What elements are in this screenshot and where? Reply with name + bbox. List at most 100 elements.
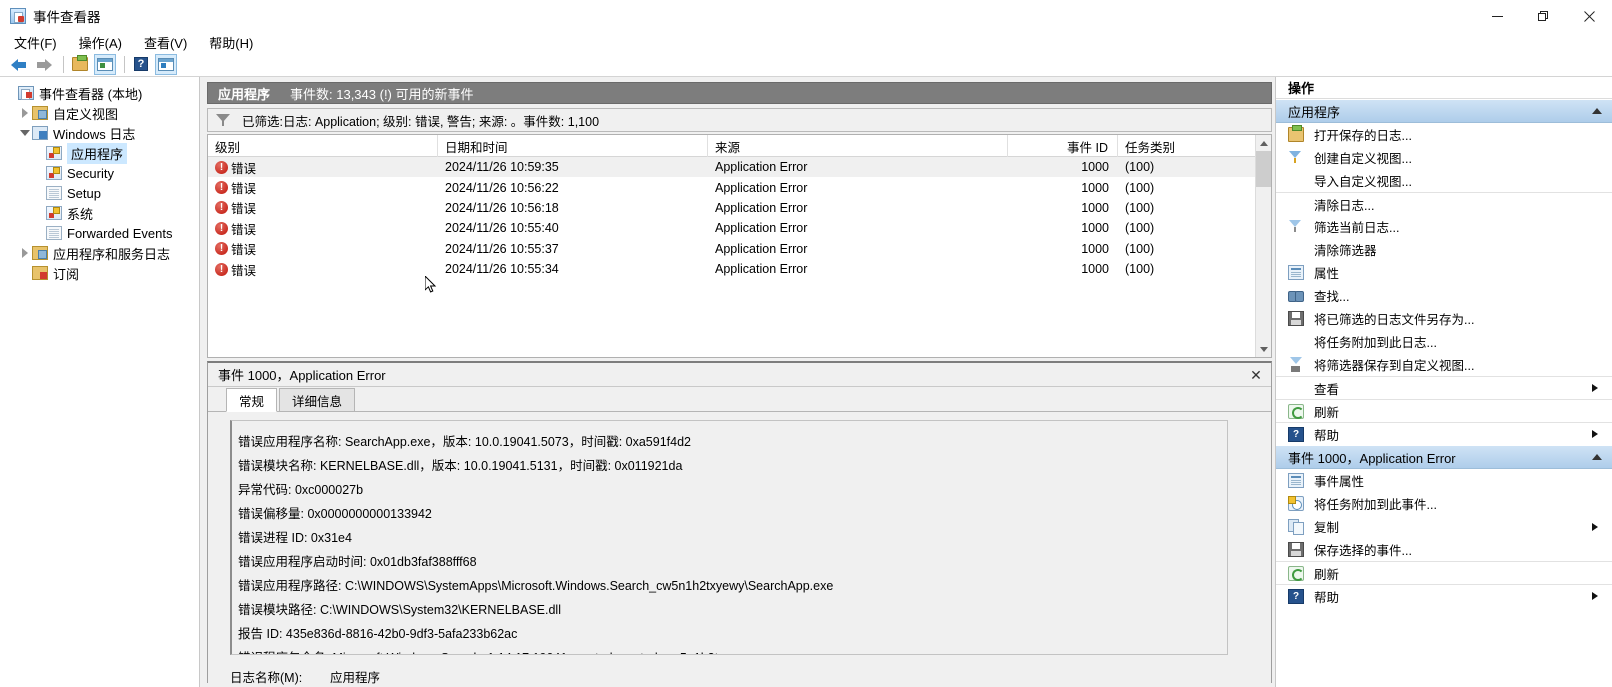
window-controls xyxy=(1474,0,1612,32)
scroll-up-button[interactable] xyxy=(1256,135,1271,151)
column-header-event-id[interactable]: 事件 ID xyxy=(1008,135,1118,157)
action-attach-task-to-log[interactable]: 将任务附加到此日志... xyxy=(1276,330,1612,353)
actions-group-label: 应用程序 xyxy=(1288,104,1341,120)
back-button[interactable] xyxy=(8,54,30,75)
action-view[interactable]: 查看 xyxy=(1276,376,1612,399)
action-clear-filter[interactable]: 清除筛选器 xyxy=(1276,238,1612,261)
scroll-down-button[interactable] xyxy=(1256,341,1271,357)
cell-event-id: 1000 xyxy=(1081,221,1109,236)
sidebar-item-custom-views[interactable]: 自定义视图 xyxy=(0,103,199,123)
close-button[interactable] xyxy=(1566,0,1612,32)
filter-funnel-icon xyxy=(1288,219,1304,234)
console-tree-icon xyxy=(97,57,113,71)
action-properties[interactable]: 属性 xyxy=(1276,261,1612,284)
chevron-down-icon[interactable] xyxy=(18,126,32,140)
show-hide-console-tree-button[interactable] xyxy=(94,53,116,75)
action-label: 事件属性 xyxy=(1314,475,1365,489)
open-folder-icon xyxy=(1288,125,1304,142)
tab-general[interactable]: 常规 xyxy=(226,388,278,412)
column-header-source[interactable]: 来源 xyxy=(708,135,1008,157)
action-create-custom-view[interactable]: 创建自定义视图... xyxy=(1276,146,1612,169)
meta-row-log-name: 日志名称(M): 应用程序 xyxy=(230,664,1230,687)
menu-view[interactable]: 查看(V) xyxy=(144,33,187,52)
action-clear-log[interactable]: 清除日志... xyxy=(1276,192,1612,215)
action-save-filter-to-custom-view[interactable]: 将筛选器保存到自定义视图... xyxy=(1276,353,1612,376)
action-event-properties[interactable]: 事件属性 xyxy=(1276,469,1612,492)
action-label: 清除筛选器 xyxy=(1314,244,1377,258)
event-list[interactable]: 级别 日期和时间 来源 事件 ID 任务类别 ! 错误 2024/11/26 10… xyxy=(207,134,1272,358)
table-row[interactable]: ! 错误 2024/11/26 10:56:22 Application Erro… xyxy=(208,177,1271,197)
save-icon xyxy=(1288,542,1304,557)
action-refresh[interactable]: 刷新 xyxy=(1276,399,1612,422)
sidebar-item-setup[interactable]: Setup xyxy=(0,183,199,203)
tab-details[interactable]: 详细信息 xyxy=(279,388,356,411)
event-viewer-root-icon xyxy=(18,86,34,100)
plain-log-icon xyxy=(46,186,62,200)
action-attach-task-to-event[interactable]: 将任务附加到此事件... xyxy=(1276,492,1612,515)
table-row[interactable]: ! 错误 2024/11/26 10:55:40 Application Erro… xyxy=(208,218,1271,238)
log-icon xyxy=(46,206,62,220)
actions-group-header-application[interactable]: 应用程序 xyxy=(1276,99,1612,123)
sidebar-item-security[interactable]: Security xyxy=(0,163,199,183)
help-button[interactable]: ? xyxy=(130,54,152,75)
forward-button[interactable] xyxy=(33,54,55,75)
event-message-box[interactable]: 错误应用程序名称: SearchApp.exe，版本: 10.0.19041.5… xyxy=(230,420,1228,655)
action-find[interactable]: 查找... xyxy=(1276,284,1612,307)
filter-funnel-icon xyxy=(216,114,230,126)
close-icon[interactable]: ✕ xyxy=(1247,366,1265,384)
column-header-level[interactable]: 级别 xyxy=(208,135,438,157)
action-import-custom-view[interactable]: 导入自定义视图... xyxy=(1276,169,1612,192)
caret-up-icon[interactable] xyxy=(1592,454,1602,460)
action-save-selected-events[interactable]: 保存选择的事件... xyxy=(1276,538,1612,561)
scrollbar-thumb[interactable] xyxy=(1256,151,1271,187)
refresh-icon xyxy=(1288,403,1304,419)
caret-up-icon[interactable] xyxy=(1592,108,1602,114)
sidebar-item-subscriptions[interactable]: 订阅 xyxy=(0,263,199,283)
no-icon xyxy=(1288,242,1304,257)
main-panes: 事件查看器 (本地) 自定义视图 Windows 日志 应用程序 Securit… xyxy=(0,77,1612,687)
event-detail-title-bar: 事件 1000，Application Error ✕ xyxy=(208,363,1271,387)
action-event-refresh[interactable]: 刷新 xyxy=(1276,561,1612,584)
sidebar-item-windows-logs[interactable]: Windows 日志 xyxy=(0,123,199,143)
maximize-restore-button[interactable] xyxy=(1520,0,1566,32)
action-label: 将任务附加到此事件... xyxy=(1314,498,1437,512)
table-row[interactable]: ! 错误 2024/11/26 10:59:35 Application Erro… xyxy=(208,157,1271,178)
sidebar-item-system[interactable]: 系统 xyxy=(0,203,199,223)
sidebar-item-event-viewer-root[interactable]: 事件查看器 (本地) xyxy=(0,83,199,103)
submenu-arrow-icon xyxy=(1592,430,1598,438)
error-icon: ! xyxy=(215,201,228,215)
column-header-task-category[interactable]: 任务类别 xyxy=(1118,135,1257,157)
action-event-help[interactable]: ? 帮助 xyxy=(1276,584,1612,607)
menu-bar: 文件(F) 操作(A) 查看(V) 帮助(H) xyxy=(0,32,1612,52)
event-viewer-window: 事件查看器 文件(F) 操作(A) 查看(V) 帮助(H) ? 事件查看器 (本… xyxy=(0,0,1612,687)
up-one-level-button[interactable] xyxy=(69,54,91,75)
menu-help[interactable]: 帮助(H) xyxy=(209,33,253,52)
sidebar-item-application[interactable]: 应用程序 xyxy=(0,142,199,164)
table-row[interactable]: ! 错误 2024/11/26 10:55:34 Application Erro… xyxy=(208,259,1271,279)
table-row[interactable]: ! 错误 2024/11/26 10:55:37 Application Erro… xyxy=(208,239,1271,259)
cell-datetime: 2024/11/26 10:56:18 xyxy=(445,200,559,215)
action-filter-current-log[interactable]: 筛选当前日志... xyxy=(1276,215,1612,238)
minimize-button[interactable] xyxy=(1474,0,1520,32)
actions-group-header-event[interactable]: 事件 1000，Application Error xyxy=(1276,445,1612,469)
action-save-filtered-log-as[interactable]: 将已筛选的日志文件另存为... xyxy=(1276,307,1612,330)
action-label: 创建自定义视图... xyxy=(1314,152,1412,166)
sidebar-item-applications-and-services-logs[interactable]: 应用程序和服务日志 xyxy=(0,243,199,263)
show-hide-action-pane-button[interactable] xyxy=(155,53,177,75)
event-detail-title: 事件 1000，Application Error xyxy=(218,368,386,383)
filter-bar[interactable]: 已筛选:日志: Application; 级别: 错误, 警告; 来源: 。事件… xyxy=(207,108,1272,132)
chevron-right-icon[interactable] xyxy=(18,106,32,120)
action-help[interactable]: ? 帮助 xyxy=(1276,422,1612,445)
action-open-saved-log[interactable]: 打开保存的日志... xyxy=(1276,123,1612,146)
sidebar-item-forwarded-events[interactable]: Forwarded Events xyxy=(0,223,199,243)
error-icon: ! xyxy=(215,160,228,174)
table-row[interactable]: ! 错误 2024/11/26 10:56:18 Application Erro… xyxy=(208,198,1271,218)
event-list-scrollbar[interactable] xyxy=(1255,135,1271,357)
action-copy[interactable]: 复制 xyxy=(1276,515,1612,538)
cell-source: Application Error xyxy=(715,262,808,277)
menu-file[interactable]: 文件(F) xyxy=(14,33,57,52)
chevron-right-icon[interactable] xyxy=(18,246,32,260)
cell-datetime: 2024/11/26 10:55:37 xyxy=(445,241,559,256)
column-header-datetime[interactable]: 日期和时间 xyxy=(438,135,708,157)
menu-action[interactable]: 操作(A) xyxy=(79,33,122,52)
